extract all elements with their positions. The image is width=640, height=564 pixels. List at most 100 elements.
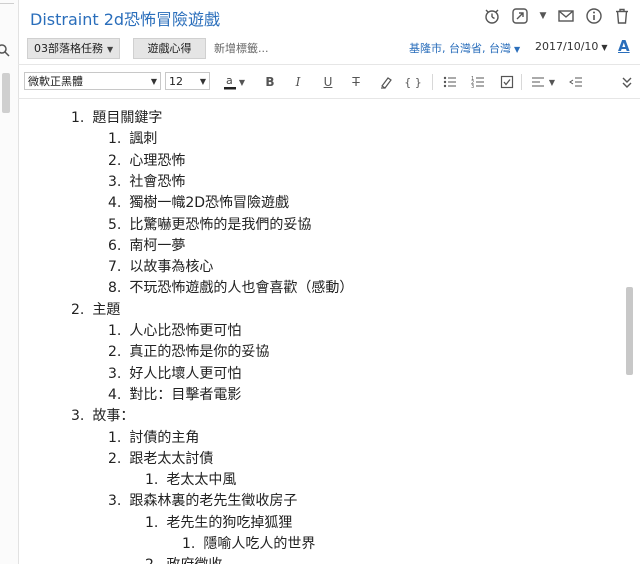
underline-icon[interactable]: U xyxy=(319,73,337,91)
share-dropdown-icon[interactable]: ▼ xyxy=(538,6,548,26)
highlight-icon[interactable] xyxy=(377,73,395,91)
bullet-list-icon[interactable] xyxy=(441,73,459,91)
list-number: 3. xyxy=(71,408,85,425)
date-text: 2017/10/10 xyxy=(535,40,599,53)
chevron-down-icon: ▼ xyxy=(601,43,608,52)
note-title[interactable]: Distraint 2d恐怖冒險遊戲 xyxy=(30,6,220,30)
list-number: 8. xyxy=(108,280,122,297)
new-tag-input[interactable]: 新增標籤... xyxy=(214,40,269,56)
list-number: 1. xyxy=(145,472,159,489)
numbered-list-icon[interactable]: 123 xyxy=(469,73,487,91)
list-text: 討債的主角 xyxy=(129,429,200,446)
list-number: 3. xyxy=(108,493,122,510)
list-number: 1. xyxy=(108,323,122,339)
more-icon[interactable] xyxy=(618,73,636,91)
left-panel-strip xyxy=(0,0,19,564)
list-number: 7. xyxy=(108,259,122,276)
list-number: 4. xyxy=(108,386,122,403)
list-item: 1. 諷刺 xyxy=(108,128,157,148)
list-text: 南柯一夢 xyxy=(129,237,186,254)
list-number: 4. xyxy=(108,195,122,212)
list-item: 3. 跟森林裏的老先生徵收房子 xyxy=(108,490,297,510)
search-icon[interactable] xyxy=(0,42,10,57)
list-text: 真正的恐怖是你的妥協 xyxy=(129,344,270,361)
list-text: 主題 xyxy=(92,301,121,318)
trash-icon[interactable] xyxy=(612,6,632,26)
list-number: 1. xyxy=(108,131,122,148)
list-number: 2. xyxy=(108,344,122,361)
checkbox-icon[interactable] xyxy=(498,73,516,91)
toolbar-divider xyxy=(521,74,522,90)
list-item: 1. 題目關鍵字 xyxy=(71,107,162,127)
list-item: 8. 不玩恐怖遊戲的人也會喜歡（感動） xyxy=(108,277,353,297)
note-editor[interactable]: 1. 題目關鍵字 1. 諷刺 2. 心理恐怖 3. 社會恐怖 4. 獨樹一幟2D恐怖冒險遊戲 5. 比… xyxy=(18,99,624,564)
chevron-down-icon: ▼ xyxy=(150,77,157,86)
tag-chip[interactable]: 遊戲心得 xyxy=(133,38,206,59)
chevron-down-icon: ▼ xyxy=(107,45,114,54)
toolbar-divider xyxy=(432,74,433,90)
list-text: 社會恐怖 xyxy=(129,173,186,190)
list-item: 2. 跟老太太討債 xyxy=(108,448,213,468)
left-scrollbar[interactable] xyxy=(2,73,10,113)
font-size-value: 12 xyxy=(169,75,183,88)
list-item: 1. 討債的主角 xyxy=(108,427,199,447)
list-text: 以故事為核心 xyxy=(129,259,214,276)
list-item: 3. 故事： xyxy=(71,405,134,425)
align-dropdown-icon[interactable]: ▼ xyxy=(547,73,557,91)
code-icon[interactable]: { } xyxy=(404,73,422,91)
strikethrough-icon[interactable]: T xyxy=(347,73,365,91)
list-number: 3. xyxy=(108,173,122,190)
font-settings-button[interactable]: A xyxy=(618,37,630,55)
list-item: 4. 獨樹一幟2D恐怖冒險遊戲 xyxy=(108,192,289,212)
share-icon[interactable] xyxy=(510,6,530,26)
svg-text:a: a xyxy=(226,74,233,87)
list-text: 老太太中風 xyxy=(166,472,237,489)
reminder-icon[interactable] xyxy=(482,6,502,26)
list-number: 2. xyxy=(145,557,158,564)
location-selector[interactable]: 基隆市, 台灣省, 台灣 ▼ xyxy=(409,40,520,56)
note-meta-bar: 03部落格任務 ▼ 遊戲心得 新增標籤... 基隆市, 台灣省, 台灣 ▼ 2017… xyxy=(18,34,640,65)
list-item: 1. 老先生的狗吃掉狐狸 xyxy=(145,512,292,532)
list-text: 不玩恐怖遊戲的人也會喜歡（感動） xyxy=(129,280,354,297)
list-number: 2. xyxy=(108,450,122,467)
location-text: 基隆市, 台灣省, 台灣 xyxy=(409,42,511,55)
list-text: 諷刺 xyxy=(129,131,158,148)
list-number: 2. xyxy=(108,152,122,169)
list-item: 1. 老太太中風 xyxy=(145,469,236,489)
note-header: Distraint 2d恐怖冒險遊戲 ▼ xyxy=(18,0,640,34)
list-item: 3. 社會恐怖 xyxy=(108,171,185,191)
email-icon[interactable] xyxy=(556,6,576,26)
list-number: 2. xyxy=(71,301,85,318)
list-item: 6. 南柯一夢 xyxy=(108,235,185,255)
list-text: 隱喻人吃人的世界 xyxy=(203,536,316,552)
italic-icon[interactable]: I xyxy=(289,73,307,91)
list-item: 2. 真正的恐怖是你的妥協 xyxy=(108,341,269,361)
font-family-value: 微軟正黑體 xyxy=(28,75,83,88)
list-item: 2. 心理恐怖 xyxy=(108,150,185,170)
notebook-name: 03部落格任務 xyxy=(34,42,103,55)
font-family-select[interactable]: 微軟正黑體 ▼ xyxy=(24,72,161,90)
list-number: 6. xyxy=(108,237,122,254)
list-item: 5. 比驚嚇更恐怖的是我們的妥協 xyxy=(108,214,311,234)
list-item: 3. 好人比壞人更可怕 xyxy=(108,363,241,383)
list-number: 3. xyxy=(108,365,122,382)
list-text: 政府徵收 xyxy=(166,557,222,564)
align-icon[interactable] xyxy=(529,73,547,91)
note-actions: ▼ xyxy=(482,6,632,26)
font-size-select[interactable]: 12 ▼ xyxy=(165,72,210,90)
text-color-dropdown-icon[interactable]: ▼ xyxy=(237,73,247,91)
list-text: 心理恐怖 xyxy=(129,152,186,169)
editor-scrollbar[interactable] xyxy=(626,287,633,375)
list-number: 1. xyxy=(71,110,85,126)
info-icon[interactable] xyxy=(584,6,604,26)
notebook-selector[interactable]: 03部落格任務 ▼ xyxy=(27,38,121,59)
list-number: 5. xyxy=(108,216,122,233)
svg-text:3: 3 xyxy=(471,84,474,89)
list-item: 2. 政府徵收 xyxy=(145,554,222,564)
list-text: 人心比恐怖更可怕 xyxy=(129,323,242,339)
chevron-down-icon: ▼ xyxy=(199,77,206,86)
date-selector[interactable]: 2017/10/10 ▼ xyxy=(535,40,608,53)
bold-icon[interactable]: B xyxy=(261,73,279,91)
list-text: 題目關鍵字 xyxy=(92,110,163,126)
outdent-icon[interactable] xyxy=(567,73,585,91)
